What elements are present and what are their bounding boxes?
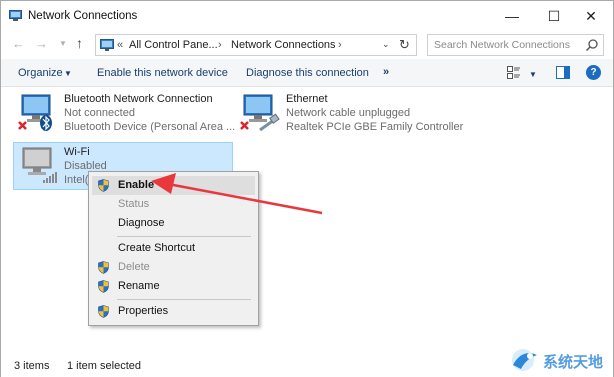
organize-chevron-down-icon[interactable]: ▼ (64, 69, 72, 78)
menu-separator (117, 236, 251, 237)
search-placeholder: Search Network Connections (434, 39, 570, 51)
organize-button[interactable]: Organize (18, 67, 63, 79)
uac-shield-icon (98, 280, 109, 293)
change-view-icon[interactable] (507, 66, 521, 79)
up-button[interactable]: ↑ (76, 35, 83, 51)
more-commands-button[interactable]: » (383, 66, 389, 78)
command-bar: Organize ▼ Enable this network device Di… (1, 59, 613, 87)
menu-item-diagnose[interactable]: Diagnose (92, 214, 255, 233)
connection-item-ethernet[interactable]: Ethernet Network cable unplugged Realtek… (238, 92, 468, 136)
menu-item-create-shortcut[interactable]: Create Shortcut (92, 239, 255, 258)
connection-device: Realtek PCIe GBE Family Controller (286, 121, 464, 133)
context-menu: Enable Status Diagnose Create Shortcut D… (88, 171, 259, 326)
ethernet-connection-icon (240, 94, 280, 132)
connection-name: Wi-Fi (64, 146, 90, 158)
watermark-logo-icon (512, 349, 537, 371)
minimize-button[interactable]: — (489, 1, 535, 31)
connection-name: Bluetooth Network Connection (64, 93, 213, 105)
forward-button[interactable]: → (35, 36, 48, 51)
title-bar: Network Connections — ☐ ✕ (1, 1, 613, 31)
window-title: Network Connections (28, 10, 138, 22)
menu-item-label: Status (118, 198, 150, 210)
selection-count: 1 item selected (67, 360, 141, 372)
address-bar[interactable]: « All Control Pane... › Network Connecti… (95, 34, 417, 56)
address-overflow-chevron[interactable]: « (117, 39, 123, 51)
bluetooth-connection-icon (18, 94, 52, 131)
navigation-bar: ← → ▼ ↑ « All Control Pane... › Network … (1, 31, 613, 59)
menu-item-label: Create Shortcut (118, 242, 196, 254)
menu-item-rename[interactable]: Rename (92, 277, 255, 296)
uac-shield-icon (98, 179, 109, 192)
connection-device: Bluetooth Device (Personal Area ... (64, 121, 236, 133)
connection-status: Not connected (64, 107, 135, 119)
network-connections-window: Network Connections — ☐ ✕ ← → ▼ ↑ « All … (0, 0, 614, 377)
search-input[interactable]: Search Network Connections (427, 34, 604, 56)
back-button[interactable]: ← (12, 36, 25, 51)
preview-pane-icon[interactable] (556, 66, 570, 79)
search-icon[interactable] (585, 38, 599, 52)
connection-name: Ethernet (286, 93, 328, 105)
connection-device: Intel( (64, 174, 89, 186)
menu-item-label: Properties (118, 305, 169, 317)
menu-item-label: Diagnose (118, 217, 165, 229)
menu-separator (117, 299, 251, 300)
recent-locations-chevron-icon[interactable]: ▼ (59, 39, 67, 48)
connection-item-bluetooth[interactable]: Bluetooth Network Connection Not connect… (16, 92, 235, 136)
breadcrumb-separator[interactable]: › (338, 39, 342, 51)
refresh-icon[interactable]: ↻ (399, 37, 410, 53)
network-connections-app-icon (9, 10, 22, 21)
uac-shield-icon (98, 305, 109, 318)
menu-item-label: Enable (118, 179, 155, 191)
item-count: 3 items (14, 360, 50, 372)
menu-item-label: Rename (118, 280, 160, 292)
watermark-text: 系统天地 (543, 354, 604, 371)
control-panel-icon (100, 39, 114, 51)
breadcrumb-separator[interactable]: › (218, 39, 222, 51)
connection-status: Network cable unplugged (286, 107, 411, 119)
uac-shield-icon (98, 261, 109, 274)
breadcrumb-network-connections[interactable]: Network Connections (231, 39, 336, 51)
diagnose-connection-button[interactable]: Diagnose this connection (246, 67, 369, 79)
menu-item-properties[interactable]: Properties (92, 302, 255, 321)
menu-item-label: Delete (118, 261, 150, 273)
address-dropdown-chevron-icon[interactable]: ⌄ (382, 39, 390, 50)
menu-item-delete[interactable]: Delete (92, 258, 255, 277)
site-watermark: 系统天地 (507, 345, 614, 375)
enable-device-button[interactable]: Enable this network device (97, 67, 228, 79)
menu-item-status[interactable]: Status (92, 195, 255, 214)
view-options-chevron-down-icon[interactable]: ▼ (529, 70, 537, 79)
wifi-connection-icon (22, 147, 57, 183)
close-button[interactable]: ✕ (568, 1, 614, 31)
breadcrumb-control-panel[interactable]: All Control Pane... (129, 39, 218, 51)
menu-item-enable[interactable]: Enable (92, 176, 255, 195)
help-icon[interactable]: ? (586, 65, 601, 80)
